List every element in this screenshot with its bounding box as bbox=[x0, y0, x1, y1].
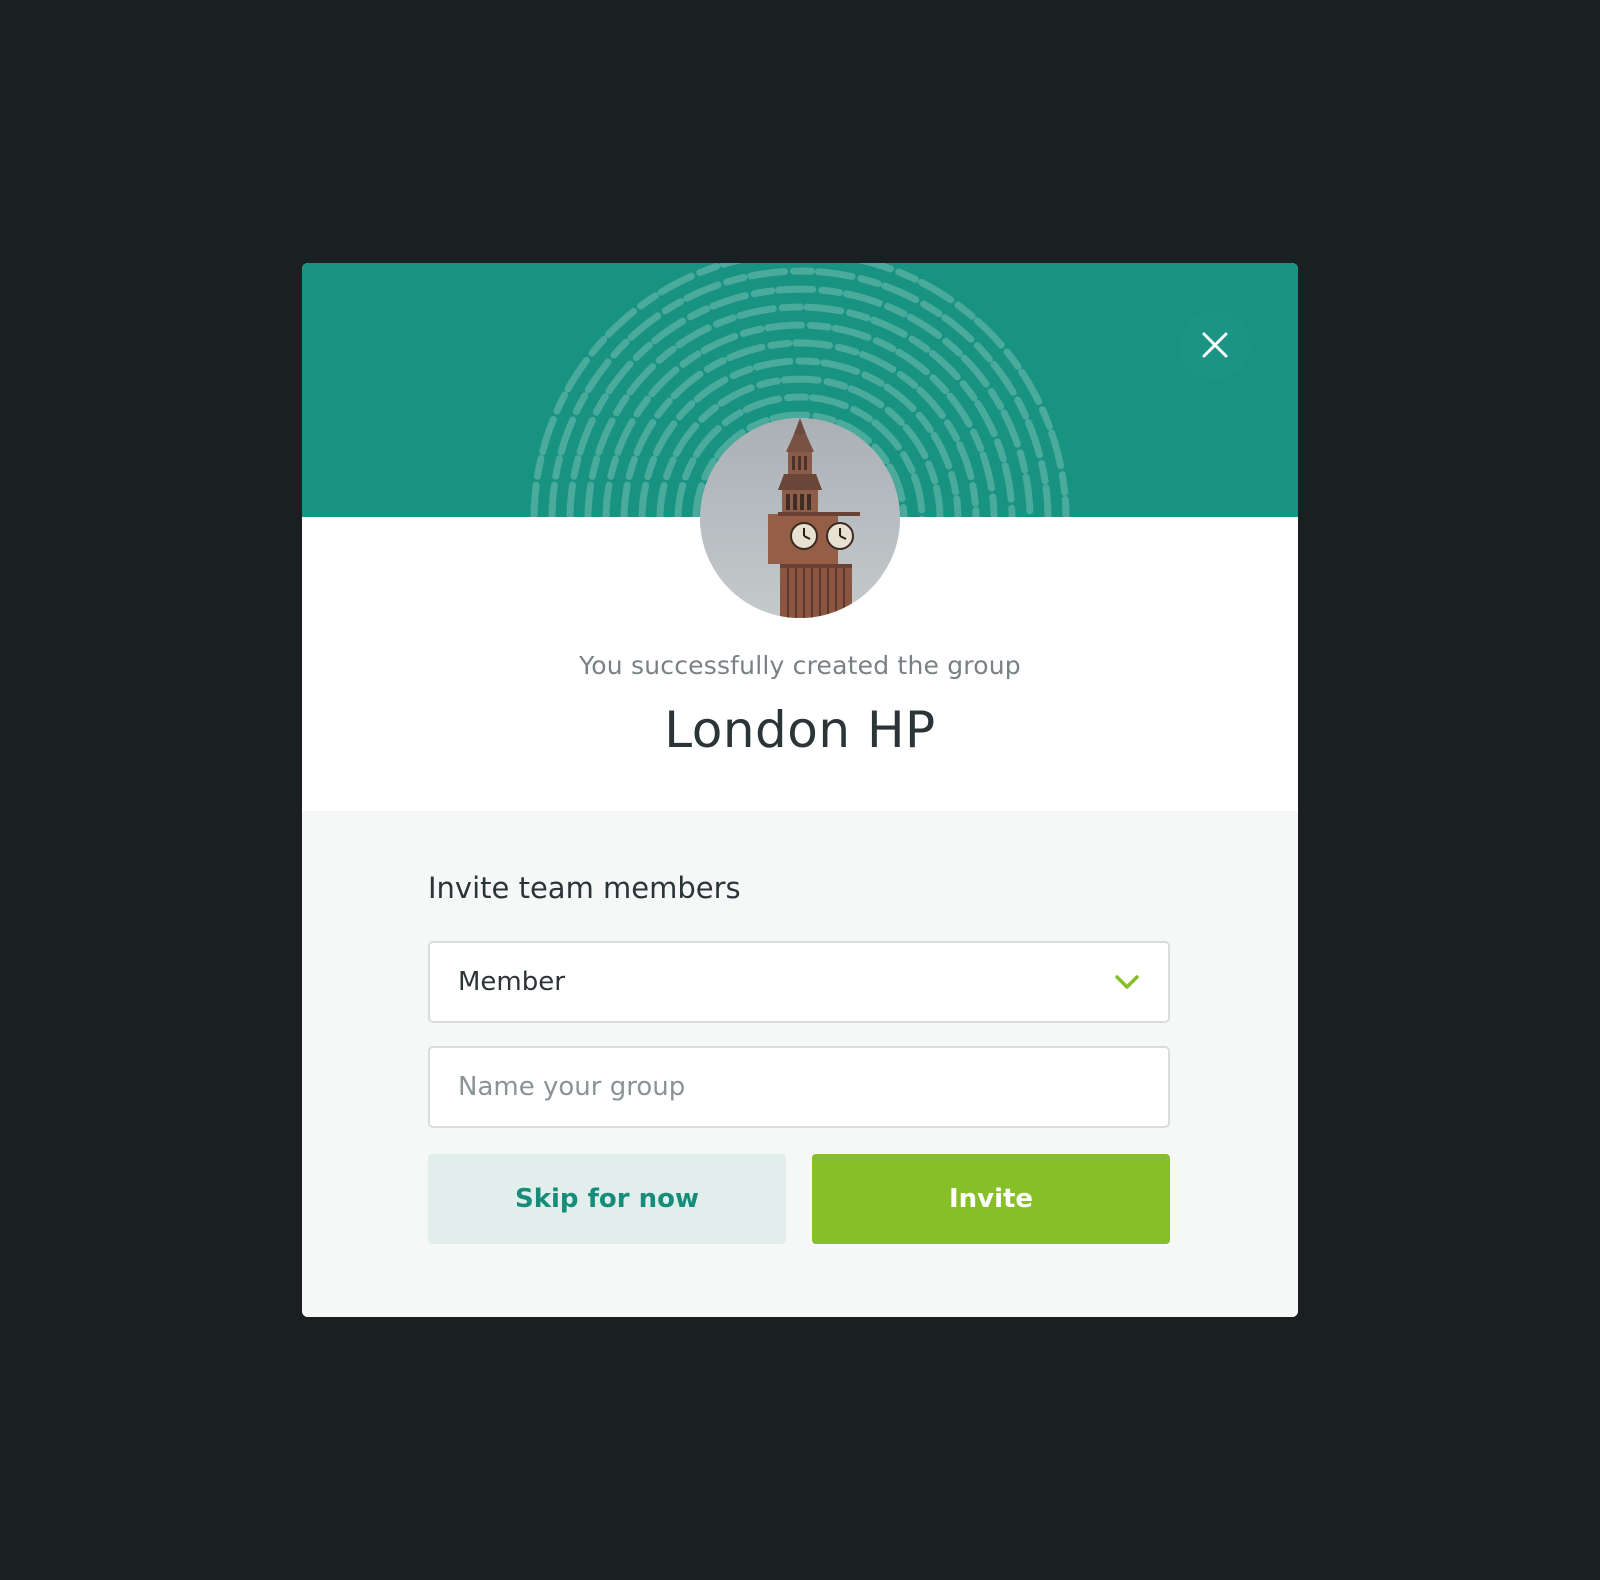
group-name-input[interactable] bbox=[428, 1046, 1170, 1128]
skip-for-now-button[interactable]: Skip for now bbox=[428, 1154, 786, 1244]
close-button[interactable] bbox=[1180, 310, 1250, 380]
invite-title: Invite team members bbox=[428, 871, 741, 905]
success-message: You successfully created the group bbox=[579, 651, 1021, 680]
group-created-modal: You successfully created the group Londo… bbox=[302, 263, 1298, 1317]
group-name-title: London HP bbox=[664, 701, 936, 759]
role-select-value: Member bbox=[458, 967, 565, 997]
role-select[interactable]: Member bbox=[428, 941, 1170, 1023]
chevron-down-icon bbox=[1115, 975, 1139, 989]
big-ben-tower-image bbox=[700, 418, 900, 618]
group-avatar bbox=[700, 418, 900, 618]
invite-button[interactable]: Invite bbox=[812, 1154, 1170, 1244]
close-icon bbox=[1202, 332, 1228, 358]
invite-section: Invite team members Member Skip for now … bbox=[302, 811, 1298, 1317]
